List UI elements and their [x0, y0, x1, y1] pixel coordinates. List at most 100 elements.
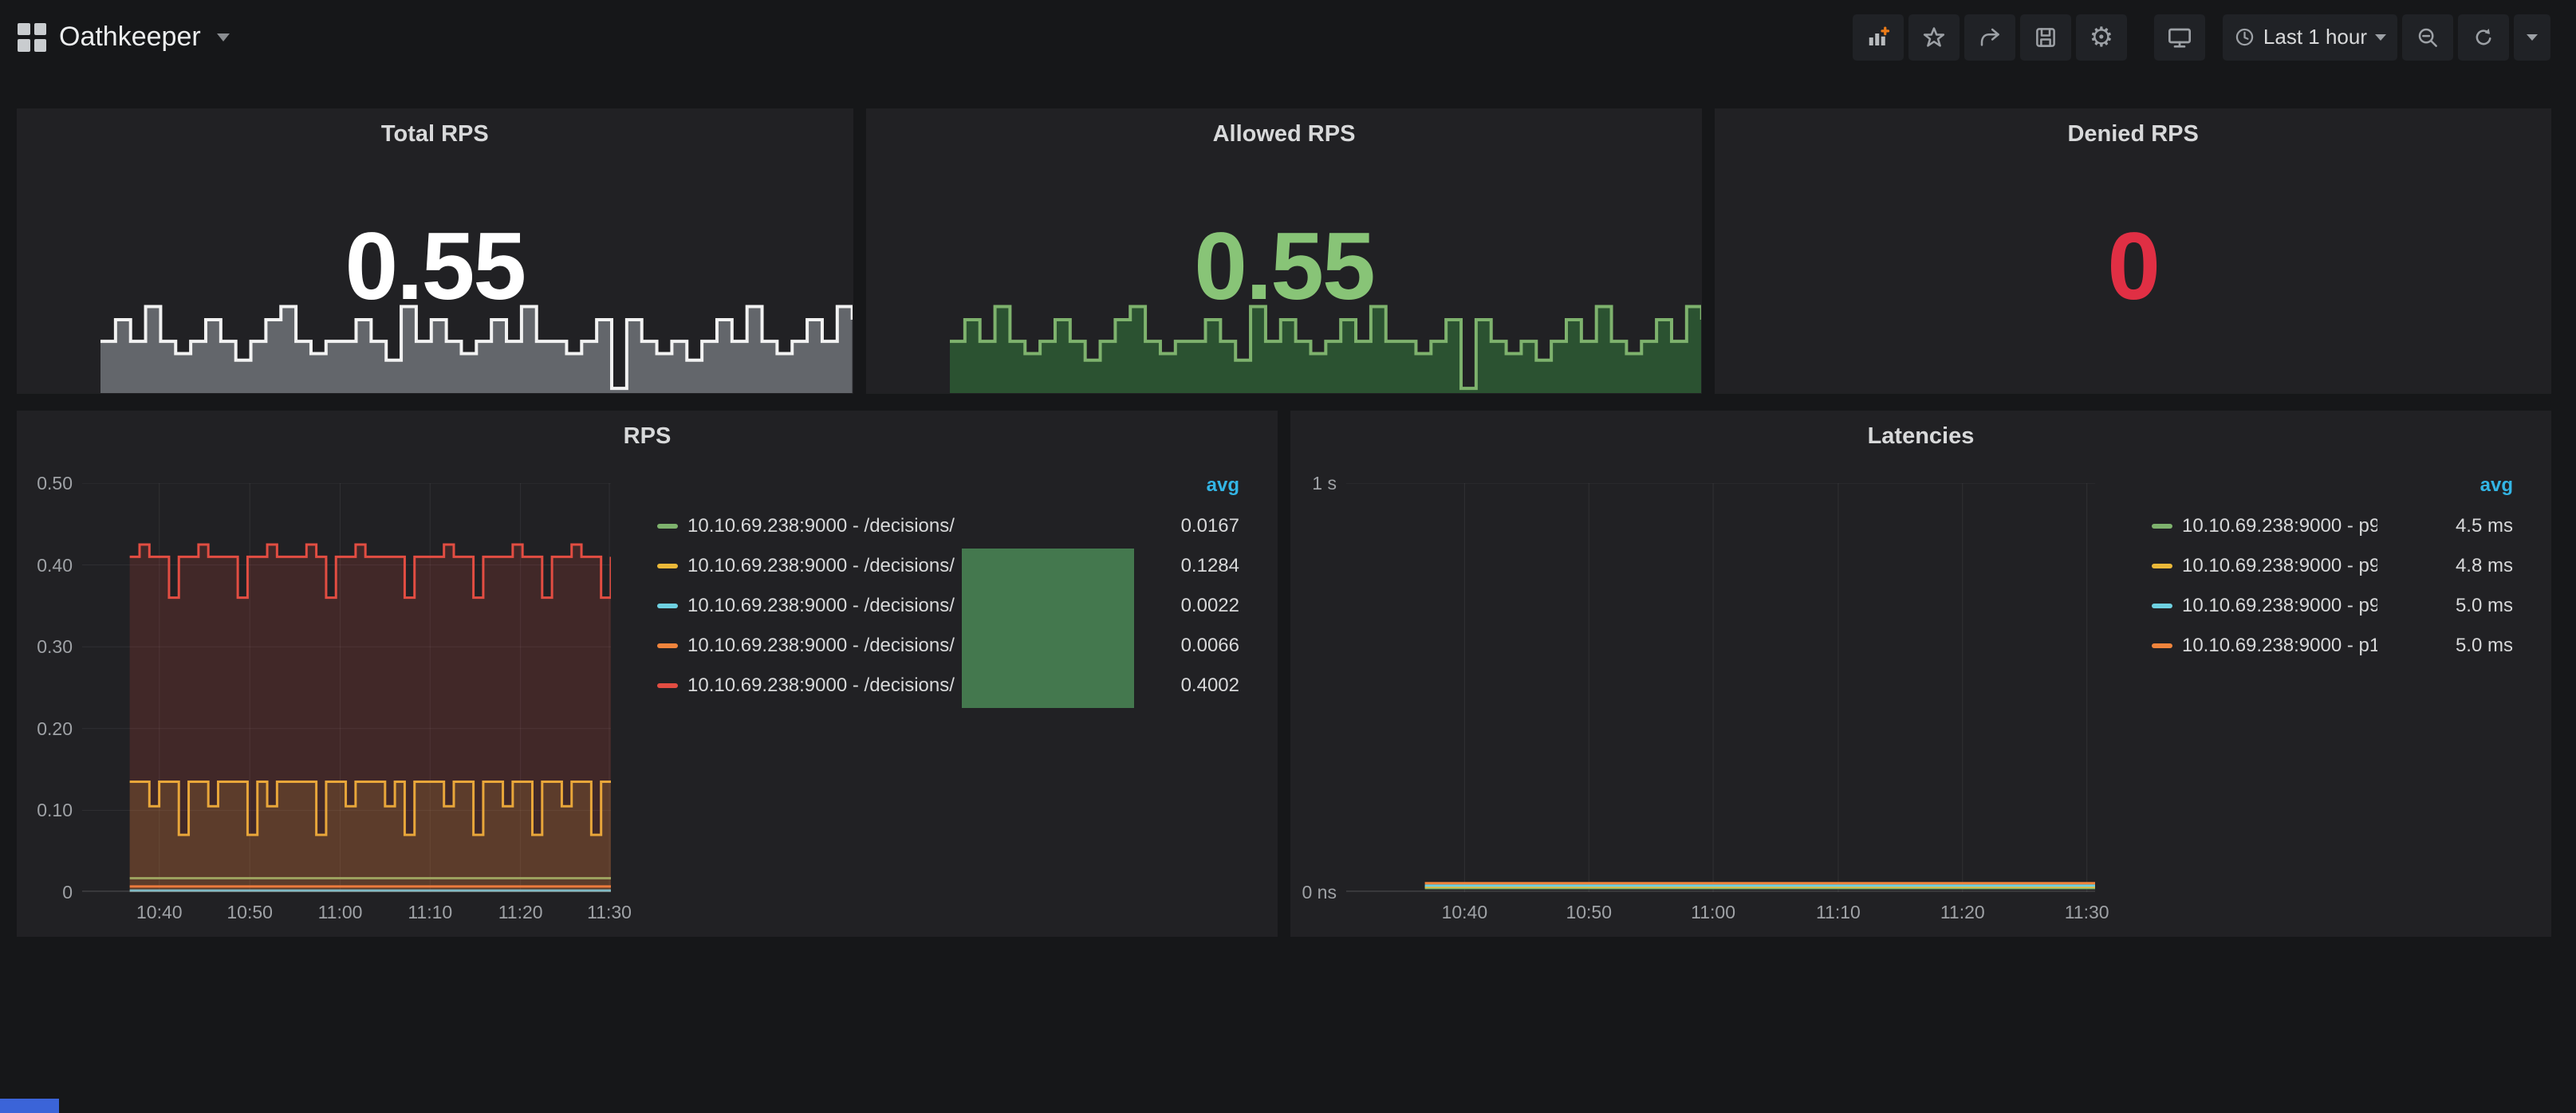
series-avg-value: 4.5 ms	[2377, 515, 2513, 537]
save-dashboard-button[interactable]	[2020, 14, 2071, 61]
series-color-icon[interactable]	[657, 524, 678, 529]
stat-value-total-rps: 0.55	[17, 218, 853, 314]
dashboard-settings-button[interactable]: ⚙	[2076, 14, 2127, 61]
panel-rps: RPS 0.500.400.300.200.100 10:4010:5011:0…	[17, 411, 1278, 937]
magnifier-minus-icon	[2416, 26, 2440, 49]
x-tick-label: 11:10	[408, 902, 452, 923]
stat-value-allowed-rps: 0.55	[866, 218, 1703, 314]
x-tick-label: 11:30	[2065, 902, 2109, 923]
series-color-icon[interactable]	[2152, 643, 2172, 648]
add-panel-button[interactable]	[1853, 14, 1904, 61]
navbar-left: Oathkeeper	[18, 22, 230, 53]
y-tick-label: 0 ns	[1302, 882, 1337, 903]
series-color-icon[interactable]	[657, 643, 678, 648]
rps-legend: avg 10.10.69.238:9000 - /decisions/0.016…	[657, 474, 1239, 706]
monitor-icon	[2167, 25, 2192, 50]
series-label[interactable]: 10.10.69.238:9000 - /decisions/	[687, 515, 1104, 537]
panel-title-latencies[interactable]: Latencies	[1290, 423, 2551, 450]
series-color-icon[interactable]	[657, 683, 678, 688]
series-label[interactable]: 10.10.69.238:9000 - p100	[2182, 635, 2377, 657]
rps-y-axis-labels: 0.500.400.300.200.100	[0, 483, 73, 892]
series-avg-value: 5.0 ms	[2377, 635, 2513, 657]
panel-title-rps[interactable]: RPS	[17, 423, 1278, 450]
y-tick-label: 0.10	[37, 800, 73, 821]
x-tick-label: 10:40	[136, 902, 183, 923]
legend-rows: 10.10.69.238:9000 - p904.5 ms10.10.69.23…	[2152, 506, 2513, 666]
time-range-label: Last 1 hour	[2263, 25, 2367, 49]
legend-row[interactable]: 10.10.69.238:9000 - /decisions/0.1284	[657, 546, 1239, 586]
legend-row[interactable]: 10.10.69.238:9000 - p904.5 ms	[2152, 506, 2513, 546]
bottom-blue-strip	[0, 1099, 59, 1113]
y-tick-label: 0.20	[37, 718, 73, 740]
legend-row[interactable]: 10.10.69.238:9000 - /decisions/0.4002	[657, 666, 1239, 706]
y-tick-label: 0.50	[37, 473, 73, 494]
legend-avg-header[interactable]: avg	[657, 474, 1239, 506]
x-tick-label: 11:10	[1816, 902, 1861, 923]
refresh-dashboard-button[interactable]	[2458, 14, 2509, 61]
y-tick-label: 1 s	[1312, 473, 1337, 494]
legend-row[interactable]: 10.10.69.238:9000 - /decisions/0.0066	[657, 626, 1239, 666]
series-label[interactable]: 10.10.69.238:9000 - p95	[2182, 555, 2377, 577]
panel-title-denied-rps[interactable]: Denied RPS	[1715, 121, 2551, 147]
green-overlay-box	[962, 549, 1134, 708]
rps-x-axis-labels: 10:4010:5011:0011:1011:2011:30	[82, 902, 611, 926]
time-range-picker[interactable]: Last 1 hour	[2223, 14, 2397, 61]
latencies-legend: avg 10.10.69.238:9000 - p904.5 ms10.10.6…	[2152, 474, 2513, 666]
zoom-out-time-button[interactable]	[2402, 14, 2453, 61]
clock-icon	[2234, 26, 2255, 48]
x-tick-label: 11:00	[318, 902, 363, 923]
series-color-icon[interactable]	[2152, 604, 2172, 608]
rps-chart[interactable]: 0.500.400.300.200.100 10:4010:5011:0011:…	[82, 483, 611, 892]
add-panel-icon	[1866, 26, 1890, 49]
x-tick-label: 10:50	[1566, 902, 1612, 923]
series-avg-value: 4.8 ms	[2377, 555, 2513, 577]
panel-title-allowed-rps[interactable]: Allowed RPS	[866, 121, 1703, 147]
panel-allowed-rps: Allowed RPS 0.55	[866, 108, 1703, 394]
legend-avg-header[interactable]: avg	[2152, 474, 2513, 506]
series-color-icon[interactable]	[2152, 564, 2172, 568]
legend-row[interactable]: 10.10.69.238:9000 - p954.8 ms	[2152, 546, 2513, 586]
refresh-interval-caret-icon	[2527, 34, 2538, 41]
series-label[interactable]: 10.10.69.238:9000 - p90	[2182, 515, 2377, 537]
dashboards-grid-icon[interactable]	[18, 23, 46, 52]
series-avg-value: 5.0 ms	[2377, 595, 2513, 617]
time-range-caret-icon	[2375, 34, 2386, 41]
share-dashboard-button[interactable]	[1964, 14, 2015, 61]
legend-row[interactable]: 10.10.69.238:9000 - p1005.0 ms	[2152, 626, 2513, 666]
cycle-view-mode-button[interactable]	[2154, 14, 2205, 61]
refresh-icon	[2472, 26, 2495, 49]
y-tick-label: 0	[62, 882, 73, 903]
legend-row[interactable]: 10.10.69.238:9000 - /decisions/0.0022	[657, 586, 1239, 626]
panel-denied-rps: Denied RPS 0	[1715, 108, 2551, 394]
share-icon	[1978, 26, 2002, 49]
save-icon	[2034, 26, 2058, 49]
series-color-icon[interactable]	[657, 604, 678, 608]
series-color-icon[interactable]	[2152, 524, 2172, 529]
latencies-chart[interactable]: 1 s0 ns 10:4010:5011:0011:1011:2011:30	[1346, 483, 2095, 892]
dashboard-title[interactable]: Oathkeeper	[59, 22, 201, 53]
series-label[interactable]: 10.10.69.238:9000 - p99	[2182, 595, 2377, 617]
series-avg-value: 0.0167	[1104, 515, 1239, 537]
stat-value-denied-rps: 0	[1715, 218, 2551, 314]
y-tick-label: 0.30	[37, 636, 73, 658]
legend-rows: 10.10.69.238:9000 - /decisions/0.016710.…	[657, 506, 1239, 706]
latencies-y-axis-labels: 1 s0 ns	[1263, 483, 1337, 892]
star-dashboard-button[interactable]	[1908, 14, 1960, 61]
dashboard-actions-group: ⚙	[1853, 14, 2127, 61]
x-tick-label: 11:20	[1940, 902, 1985, 923]
series-color-icon[interactable]	[657, 564, 678, 568]
dashboard-grid: Total RPS 0.55 Allowed RPS 0.55 Denied R…	[17, 108, 2551, 937]
x-tick-label: 11:30	[587, 902, 632, 923]
dashboard-switcher-caret-icon[interactable]	[217, 33, 230, 41]
navbar: Oathkeeper	[0, 0, 2576, 74]
legend-row[interactable]: 10.10.69.238:9000 - /decisions/0.0167	[657, 506, 1239, 546]
x-tick-label: 11:20	[498, 902, 543, 923]
y-tick-label: 0.40	[37, 555, 73, 576]
legend-row[interactable]: 10.10.69.238:9000 - p995.0 ms	[2152, 586, 2513, 626]
x-tick-label: 11:00	[1691, 902, 1735, 923]
panel-title-total-rps[interactable]: Total RPS	[17, 121, 853, 147]
x-tick-label: 10:40	[1442, 902, 1488, 923]
refresh-interval-dropdown[interactable]	[2514, 14, 2550, 61]
navbar-right: ⚙ Last 1 hour	[1853, 14, 2550, 61]
x-tick-label: 10:50	[226, 902, 273, 923]
